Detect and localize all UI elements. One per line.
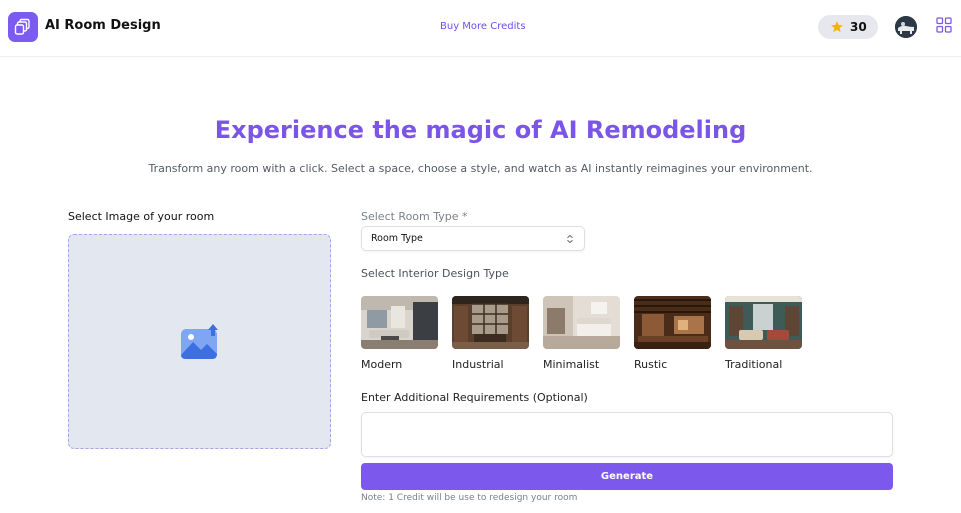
industrial-room-thumbnail — [452, 296, 529, 349]
modern-room-thumbnail — [361, 296, 438, 349]
credit-note: Note: 1 Credit will be use to redesign y… — [361, 493, 578, 503]
style-name: Minimalist — [543, 358, 600, 371]
style-card-modern[interactable]: Modern — [361, 296, 439, 371]
style-card-traditional[interactable]: Traditional — [725, 296, 803, 371]
page-subtitle: Transform any room with a click. Select … — [148, 162, 813, 175]
grid-icon[interactable] — [936, 17, 952, 33]
page-title: Experience the magic of AI Remodeling — [214, 116, 747, 144]
minimalist-room-thumbnail — [543, 296, 620, 349]
image-upload-dropzone[interactable] — [68, 234, 331, 449]
image-upload-icon — [180, 323, 218, 359]
room-type-value: Room Type — [371, 233, 423, 244]
chevron-updown-icon — [567, 234, 573, 244]
top-header: AI Room Design Buy More Credits 30 — [0, 0, 961, 57]
room-type-select[interactable]: Room Type — [361, 226, 585, 251]
style-name: Modern — [361, 358, 403, 371]
style-card-minimalist[interactable]: Minimalist — [543, 296, 621, 371]
style-name: Traditional — [725, 358, 783, 371]
style-card-rustic[interactable]: Rustic — [634, 296, 712, 371]
design-type-label: Select Interior Design Type — [361, 267, 509, 280]
style-name: Rustic — [634, 358, 668, 371]
rustic-room-thumbnail — [634, 296, 711, 349]
style-card-industrial[interactable]: Industrial — [452, 296, 530, 371]
style-name: Industrial — [452, 358, 504, 371]
room-type-label: Select Room Type * — [361, 210, 468, 223]
layers-icon[interactable] — [8, 12, 38, 42]
credits-count: 30 — [850, 20, 867, 34]
app-title: AI Room Design — [45, 18, 161, 33]
star-icon — [831, 21, 843, 33]
requirements-label: Enter Additional Requirements (Optional) — [361, 391, 588, 404]
buy-credits-link[interactable]: Buy More Credits — [440, 21, 526, 32]
avatar[interactable] — [895, 16, 917, 38]
traditional-room-thumbnail — [725, 296, 802, 349]
credits-badge[interactable]: 30 — [818, 15, 878, 39]
generate-button[interactable]: Generate — [361, 463, 893, 490]
requirements-textarea[interactable] — [361, 412, 893, 457]
upload-label: Select Image of your room — [68, 210, 215, 223]
